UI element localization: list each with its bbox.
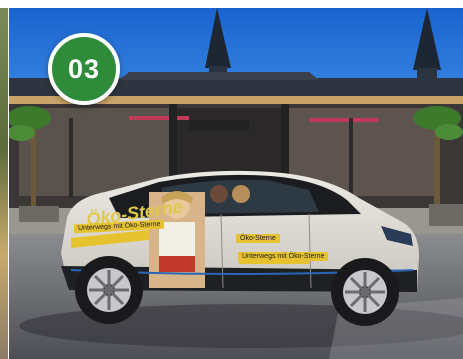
car-slogan-right: Unterwegs mit Öko-Sterne [238, 252, 329, 261]
wheel-rear [75, 256, 143, 324]
badge-number: 03 [67, 53, 101, 84]
wheel-front [331, 258, 399, 326]
adjacent-photo-edge [0, 8, 8, 359]
image-frame: Öko-Sterne Unterwegs mit Öko-Sterne Unte… [0, 0, 463, 359]
car-small-logo: Öko-Sterne [236, 234, 280, 243]
number-badge: 03 [48, 33, 120, 105]
